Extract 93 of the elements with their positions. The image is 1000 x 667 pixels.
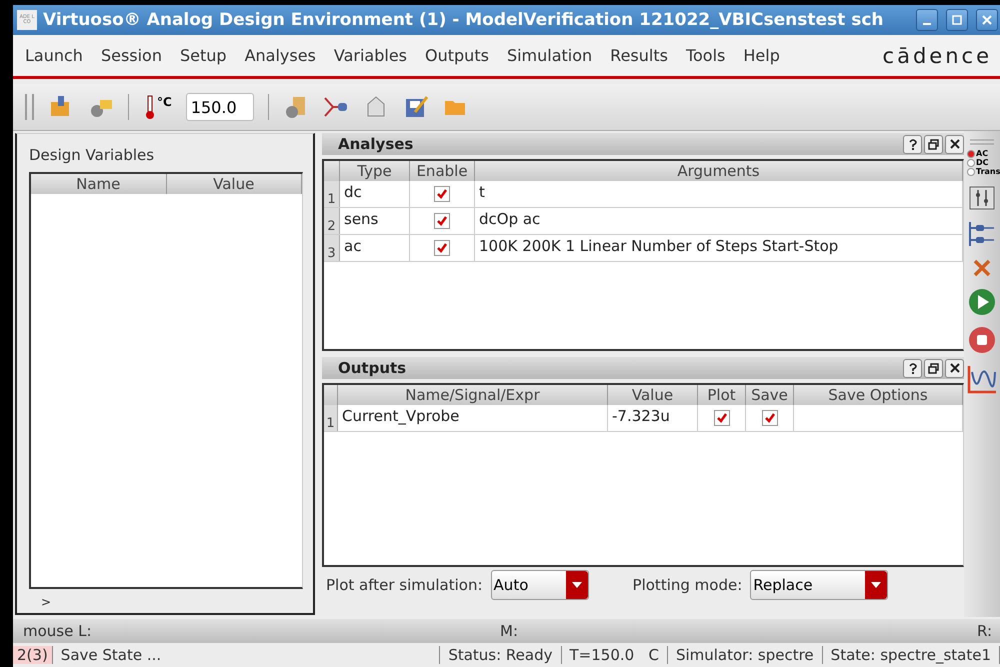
panel-title: Design Variables (29, 146, 156, 164)
plotting-mode-dropdown[interactable]: Replace (750, 570, 888, 600)
close-button[interactable] (976, 9, 998, 31)
status-ready: Status: Ready (439, 646, 562, 664)
row-number: 1 (324, 405, 338, 431)
mouse-right-label: R: (977, 622, 992, 640)
enable-checkbox[interactable] (434, 240, 450, 256)
close-icon (950, 363, 960, 373)
state-status: State: spectre_state1 (822, 646, 1000, 664)
menu-item[interactable]: Session (100, 46, 162, 65)
table-cell: Current_Vprobe (338, 405, 608, 431)
close-button[interactable] (945, 134, 964, 154)
column-header[interactable]: Save Options (794, 385, 963, 405)
row-number: 1 (324, 181, 340, 207)
menu-item[interactable]: Tools (686, 46, 726, 65)
minimize-button[interactable] (916, 9, 938, 31)
status-message: Save State ... (60, 646, 162, 664)
column-header[interactable]: Enable (410, 161, 475, 181)
radio-label: Trans (976, 167, 1000, 176)
panel-title: Analyses (338, 135, 414, 153)
menu-item[interactable]: Results (610, 46, 668, 65)
column-header[interactable]: Save (746, 385, 794, 405)
close-button[interactable] (945, 358, 964, 378)
table-cell: dcOp ac (475, 208, 963, 234)
question-icon (908, 138, 918, 150)
stop-icon[interactable] (968, 326, 996, 354)
enable-checkbox[interactable] (434, 186, 450, 202)
table-cell: dc (340, 181, 410, 207)
table-cell: t (475, 181, 963, 207)
save-checkbox[interactable] (762, 410, 778, 426)
maximize-button[interactable] (946, 9, 968, 31)
help-button[interactable] (903, 358, 922, 378)
panel-title: Outputs (338, 359, 408, 377)
temperature-unit: °C (157, 95, 172, 109)
minimize-icon (923, 23, 931, 25)
question-icon (908, 362, 918, 374)
menu-item[interactable]: Launch (25, 46, 83, 65)
menu-item[interactable]: Setup (180, 46, 227, 65)
delete-icon[interactable] (972, 258, 992, 278)
mouse-left-label: mouse L: (23, 622, 93, 640)
restore-icon (928, 362, 939, 374)
restore-icon (928, 138, 939, 150)
thermometer-icon (143, 94, 157, 120)
brand-logo: cādence (882, 44, 992, 68)
close-icon (982, 15, 992, 25)
maximize-icon (952, 15, 962, 25)
row-number: 2 (324, 208, 340, 234)
sliders-icon[interactable] (969, 186, 995, 210)
column-header[interactable]: Value (608, 385, 698, 405)
column-header[interactable]: Type (340, 161, 410, 181)
column-header[interactable]: Name (31, 174, 166, 194)
window-title: Virtuoso® Analog Design Environment (1) - ModelVerification 121022_VBICsenstest sch (43, 10, 885, 30)
menu-item[interactable]: Outputs (425, 46, 489, 65)
column-header[interactable]: Name/Signal/Expr (338, 385, 608, 405)
restore-button[interactable] (924, 358, 943, 378)
radio-label: AC (976, 149, 988, 158)
menu-item[interactable]: Help (743, 46, 780, 65)
column-header[interactable]: Plot (698, 385, 746, 405)
enable-checkbox[interactable] (434, 213, 450, 229)
plot-checkbox[interactable] (714, 410, 730, 426)
run-icon[interactable] (968, 288, 996, 316)
analysis-radio[interactable] (967, 150, 975, 158)
menu-item[interactable]: Simulation (506, 46, 592, 65)
table-cell: sens (340, 208, 410, 234)
column-header[interactable]: Arguments (475, 161, 963, 181)
temperature-field[interactable]: 150.0 (186, 93, 254, 121)
table-cell: -7.323u (608, 405, 698, 431)
netlist-icon[interactable] (968, 220, 996, 248)
row-number: 3 (324, 235, 340, 261)
analysis-radio[interactable] (967, 158, 975, 166)
command-count: 2(3) (13, 646, 53, 664)
field-label: Plot after simulation: (326, 576, 483, 594)
help-button[interactable] (903, 134, 922, 154)
menu-item[interactable]: Variables (334, 46, 408, 65)
analysis-radio[interactable] (967, 168, 975, 176)
field-label: Plotting mode: (632, 576, 742, 594)
caret-icon (572, 582, 582, 588)
waveform-icon[interactable] (967, 364, 997, 394)
plot-after-dropdown[interactable]: Auto (490, 570, 589, 600)
temperature-status: T=150.0 C (562, 646, 668, 664)
table-cell: ac (340, 235, 410, 261)
toolbar-grip[interactable] (970, 139, 994, 145)
restore-button[interactable] (924, 134, 943, 154)
close-icon (950, 139, 960, 149)
mouse-middle-label: M: (500, 622, 519, 640)
simulator-status: Simulator: spectre (668, 646, 823, 664)
menu-item[interactable]: Analyses (244, 46, 316, 65)
caret-icon (871, 582, 882, 588)
table-cell: 100K 200K 1 Linear Number of Steps Start-Stop (475, 235, 963, 261)
command-prompt: > (40, 594, 52, 609)
radio-label: DC (976, 158, 989, 167)
column-header[interactable]: Value (166, 174, 302, 194)
toolbar-grip[interactable] (25, 94, 34, 120)
